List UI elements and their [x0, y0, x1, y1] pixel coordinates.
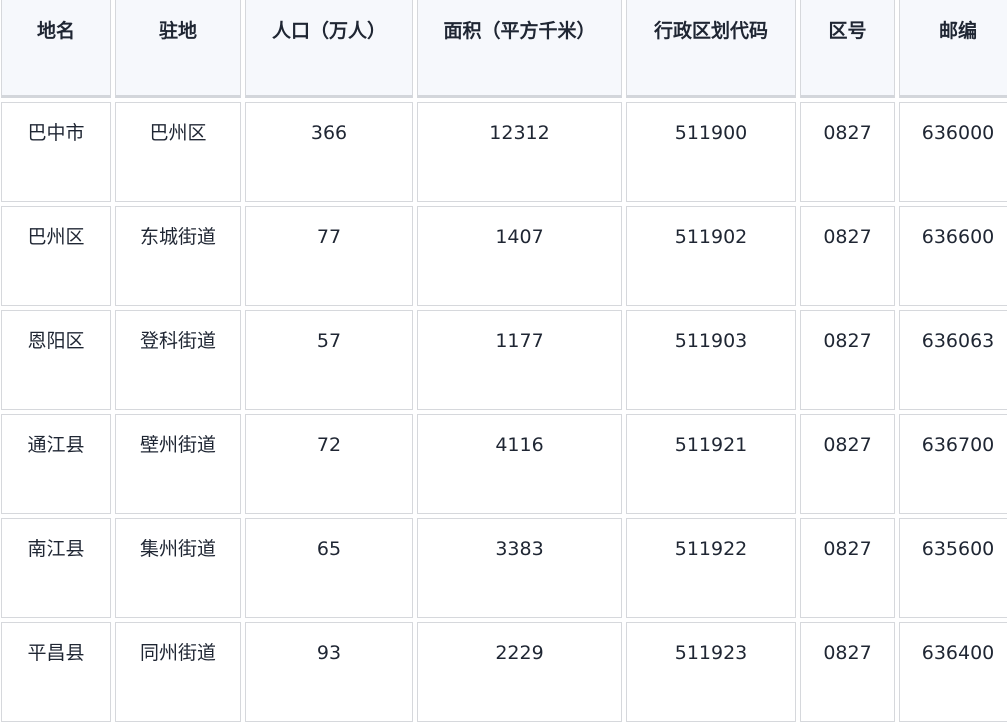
cell-seat: 登科街道	[115, 310, 241, 410]
cell-admin-code: 511923	[626, 622, 796, 722]
table-row: 南江县 集州街道 65 3383 511922 0827 635600	[1, 518, 1007, 618]
cell-population: 77	[245, 206, 413, 306]
cell-postcode: 636400	[899, 622, 1007, 722]
cell-population: 93	[245, 622, 413, 722]
table-row: 通江县 壁州街道 72 4116 511921 0827 636700	[1, 414, 1007, 514]
cell-postcode: 636063	[899, 310, 1007, 410]
cell-postcode: 636700	[899, 414, 1007, 514]
cell-area-code: 0827	[800, 622, 895, 722]
cell-seat: 巴州区	[115, 102, 241, 202]
header-area-code[interactable]: 区号	[800, 0, 895, 98]
header-area[interactable]: 面积（平方千米）	[417, 0, 622, 98]
table-row: 平昌县 同州街道 93 2229 511923 0827 636400	[1, 622, 1007, 722]
header-name[interactable]: 地名	[1, 0, 111, 98]
table-row: 巴州区 东城街道 77 1407 511902 0827 636600	[1, 206, 1007, 306]
cell-area: 12312	[417, 102, 622, 202]
data-table-container: 地名 驻地 人口（万人） 面积（平方千米） 行政区划代码 区号 邮编 巴中市 巴…	[0, 0, 1007, 723]
cell-population: 65	[245, 518, 413, 618]
cell-area-code: 0827	[800, 518, 895, 618]
cell-area: 1407	[417, 206, 622, 306]
cell-name: 南江县	[1, 518, 111, 618]
cell-seat: 壁州街道	[115, 414, 241, 514]
cell-population: 57	[245, 310, 413, 410]
cell-area-code: 0827	[800, 310, 895, 410]
cell-admin-code: 511900	[626, 102, 796, 202]
header-postcode[interactable]: 邮编	[899, 0, 1007, 98]
cell-area-code: 0827	[800, 206, 895, 306]
cell-admin-code: 511902	[626, 206, 796, 306]
table-row: 恩阳区 登科街道 57 1177 511903 0827 636063	[1, 310, 1007, 410]
cell-population: 72	[245, 414, 413, 514]
cell-area: 3383	[417, 518, 622, 618]
cell-postcode: 635600	[899, 518, 1007, 618]
cell-area-code: 0827	[800, 414, 895, 514]
cell-name: 平昌县	[1, 622, 111, 722]
cell-name: 巴州区	[1, 206, 111, 306]
cell-seat: 集州街道	[115, 518, 241, 618]
cell-population: 366	[245, 102, 413, 202]
cell-area: 1177	[417, 310, 622, 410]
header-admin-code[interactable]: 行政区划代码	[626, 0, 796, 98]
cell-seat: 同州街道	[115, 622, 241, 722]
header-seat[interactable]: 驻地	[115, 0, 241, 98]
cell-seat: 东城街道	[115, 206, 241, 306]
cell-area: 4116	[417, 414, 622, 514]
cell-name: 恩阳区	[1, 310, 111, 410]
table-row: 巴中市 巴州区 366 12312 511900 0827 636000	[1, 102, 1007, 202]
header-population[interactable]: 人口（万人）	[245, 0, 413, 98]
district-table: 地名 驻地 人口（万人） 面积（平方千米） 行政区划代码 区号 邮编 巴中市 巴…	[0, 0, 1007, 723]
cell-admin-code: 511921	[626, 414, 796, 514]
cell-admin-code: 511903	[626, 310, 796, 410]
cell-area: 2229	[417, 622, 622, 722]
cell-name: 通江县	[1, 414, 111, 514]
cell-postcode: 636000	[899, 102, 1007, 202]
cell-name: 巴中市	[1, 102, 111, 202]
table-header-row: 地名 驻地 人口（万人） 面积（平方千米） 行政区划代码 区号 邮编	[1, 0, 1007, 98]
cell-admin-code: 511922	[626, 518, 796, 618]
cell-area-code: 0827	[800, 102, 895, 202]
cell-postcode: 636600	[899, 206, 1007, 306]
